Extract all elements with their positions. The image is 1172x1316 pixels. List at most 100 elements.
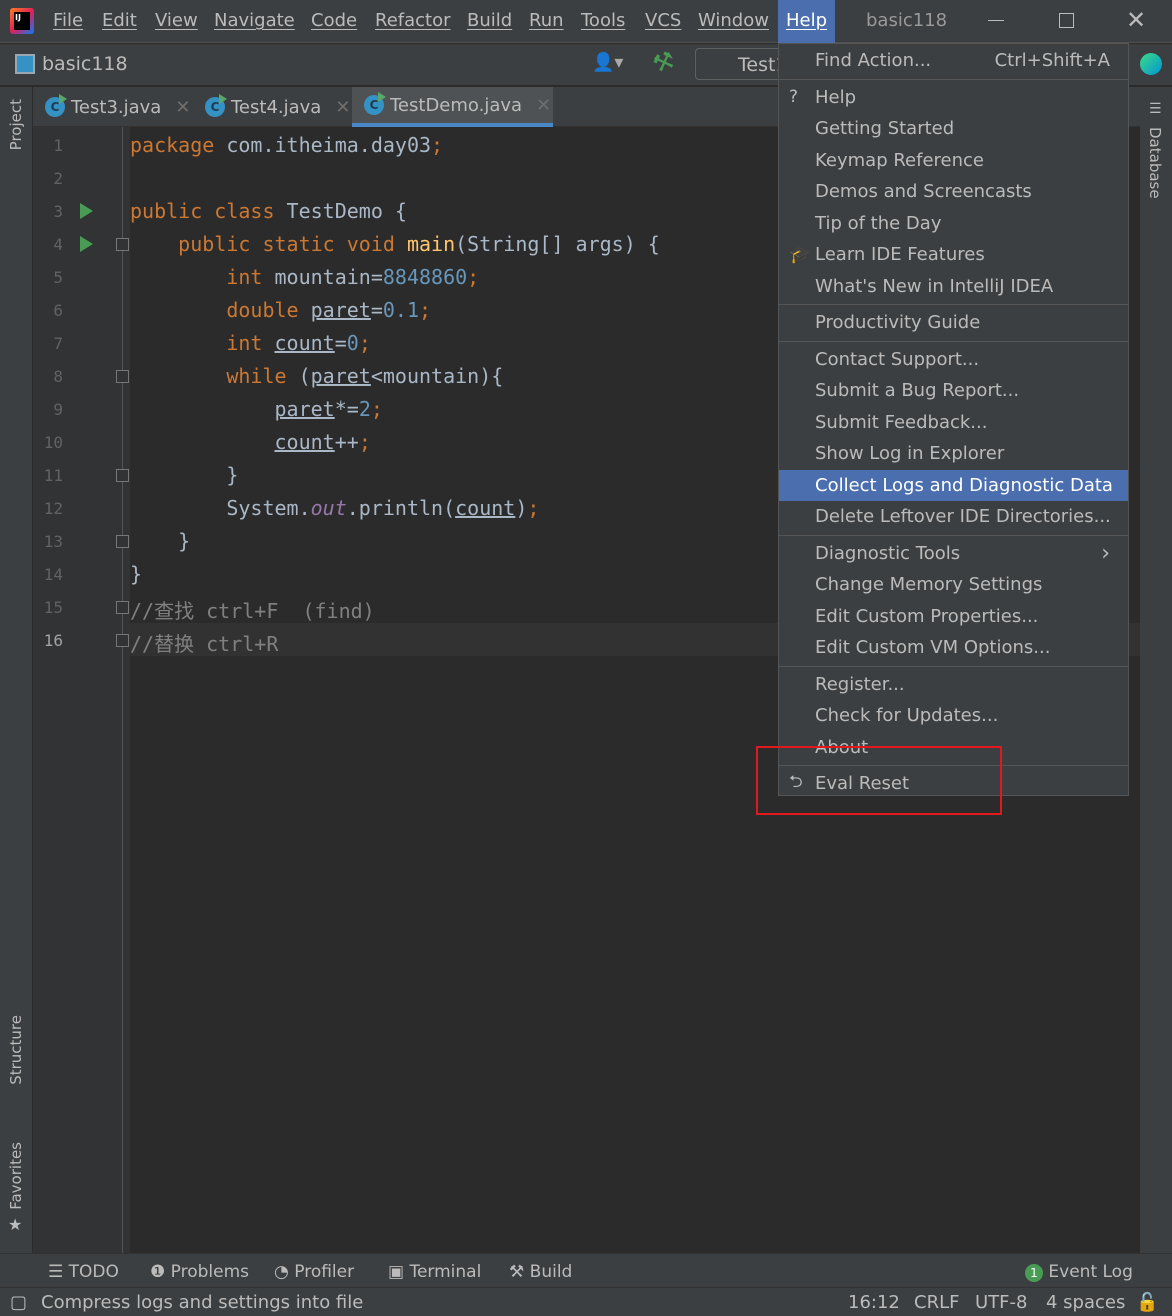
menu-separator <box>779 665 1128 667</box>
event-log-button[interactable]: 1 Event Log <box>1025 1262 1133 1282</box>
menu-item-keymap-reference[interactable]: Keymap Reference <box>779 145 1128 176</box>
project-breadcrumb[interactable]: basic118 <box>42 53 128 75</box>
event-log-label: Event Log <box>1048 1262 1133 1282</box>
code-line: public static void main(String[] args) { <box>130 232 660 256</box>
line-number: 8 <box>53 367 63 386</box>
menu-code[interactable]: Code <box>311 10 357 31</box>
fold-icon[interactable] <box>116 238 129 251</box>
tab-label: Test3.java <box>71 96 162 118</box>
code-token: 0 <box>346 331 359 355</box>
indent-setting[interactable]: 4 spaces <box>1046 1292 1125 1313</box>
close-window-button[interactable]: ✕ <box>1126 6 1146 34</box>
code-token: TestDemo { <box>286 199 407 223</box>
event-count-badge: 1 <box>1025 1264 1043 1282</box>
caret-position[interactable]: 16:12 <box>848 1292 900 1313</box>
fold-icon[interactable] <box>116 370 129 383</box>
file-encoding[interactable]: UTF-8 <box>975 1292 1027 1313</box>
code-token: double <box>226 298 311 322</box>
close-tab-icon[interactable]: ✕ <box>175 97 190 118</box>
fold-icon[interactable] <box>116 535 129 548</box>
line-separator[interactable]: CRLF <box>914 1292 959 1313</box>
fold-icon[interactable] <box>116 469 129 482</box>
fold-icon[interactable] <box>116 601 129 614</box>
line-number: 10 <box>43 433 63 452</box>
tab-test4[interactable]: C Test4.java ✕ <box>193 87 351 127</box>
menu-edit[interactable]: Edit <box>102 10 137 31</box>
menu-item-label: Collect Logs and Diagnostic Data <box>815 474 1113 496</box>
build-hammer-icon[interactable]: ⚒ <box>649 45 679 79</box>
menu-item-contact-support[interactable]: Contact Support... <box>779 344 1128 375</box>
menu-tools[interactable]: Tools <box>581 10 625 31</box>
profiler-label: Profiler <box>294 1262 355 1282</box>
menu-item-label: Submit Feedback... <box>815 411 988 433</box>
menu-item-show-log-in-explorer[interactable]: Show Log in Explorer <box>779 438 1128 469</box>
close-tab-icon[interactable]: ✕ <box>536 95 551 116</box>
menu-help[interactable]: Help <box>778 0 836 43</box>
maximize-button[interactable] <box>1059 13 1074 28</box>
menu-item-submit-feedback[interactable]: Submit Feedback... <box>779 407 1128 438</box>
menu-item-help[interactable]: ? Help <box>779 82 1128 113</box>
menu-view[interactable]: View <box>155 10 198 31</box>
menu-item-find-action[interactable]: Find Action... Ctrl+Shift+A <box>779 45 1128 76</box>
menu-run[interactable]: Run <box>529 10 564 31</box>
favorites-tool-button[interactable]: Favorites <box>7 1142 25 1210</box>
tool-windows-toggle-icon[interactable]: ▢ <box>10 1292 27 1313</box>
menu-item-collect-logs-and-diagnostic-data[interactable]: Collect Logs and Diagnostic Data <box>779 469 1128 501</box>
menu-item-demos-and-screencasts[interactable]: Demos and Screencasts <box>779 176 1128 207</box>
profiler-icon: ◔ <box>274 1262 295 1282</box>
menu-item-getting-started[interactable]: Getting Started <box>779 113 1128 144</box>
todo-button[interactable]: ☰ TODO <box>48 1262 119 1282</box>
build-button[interactable]: ⚒ Build <box>509 1262 572 1282</box>
user-icon[interactable]: 👤▾ <box>592 52 623 73</box>
run-config-dropdown[interactable]: Test1 <box>695 48 788 80</box>
minimize-button[interactable] <box>988 20 1004 21</box>
menu-item-productivity-guide[interactable]: Productivity Guide <box>779 307 1128 338</box>
code-token: *= <box>334 397 359 421</box>
run-main-icon[interactable] <box>80 236 93 252</box>
menu-item-delete-leftover-ide-directories[interactable]: Delete Leftover IDE Directories... <box>779 501 1128 532</box>
list-icon: ☰ <box>48 1262 69 1282</box>
menu-item-tip-of-the-day[interactable]: Tip of the Day <box>779 208 1128 239</box>
tab-label: Test4.java <box>231 96 322 118</box>
run-class-icon[interactable] <box>80 203 93 219</box>
menu-item-submit-a-bug-report[interactable]: Submit a Bug Report... <box>779 375 1128 406</box>
code-token: 8848860 <box>382 265 468 289</box>
problems-button[interactable]: ❶ Problems <box>150 1262 249 1282</box>
terminal-button[interactable]: ▣ Terminal <box>388 1262 481 1282</box>
menu-bar: IJ File Edit View Navigate Code Refactor Build… <box>0 0 1172 43</box>
menu-item-learn-ide-features[interactable]: 🎓 Learn IDE Features <box>779 239 1128 270</box>
menu-item-register[interactable]: Register... <box>779 669 1128 700</box>
fold-icon[interactable] <box>116 634 129 647</box>
menu-refactor[interactable]: Refactor <box>375 10 451 31</box>
code-token: ; <box>358 430 371 454</box>
menu-item-label: Productivity Guide <box>815 312 981 333</box>
database-tool-button[interactable]: Database <box>1146 127 1164 199</box>
menu-vcs[interactable]: VCS <box>645 10 681 31</box>
structure-tool-button[interactable]: Structure <box>7 1015 25 1085</box>
tab-test3[interactable]: C Test3.java ✕ <box>33 87 193 127</box>
menu-window[interactable]: Window <box>698 10 769 31</box>
close-tab-icon[interactable]: ✕ <box>335 97 350 118</box>
menu-item-label: Demos and Screencasts <box>815 181 1032 202</box>
problems-label: Problems <box>170 1262 250 1282</box>
menu-navigate[interactable]: Navigate <box>214 10 295 31</box>
code-token: (String[] args) { <box>455 232 660 256</box>
tab-testdemo[interactable]: C TestDemo.java ✕ <box>352 87 553 127</box>
code-line: package com.itheima.day03; <box>130 133 443 157</box>
menu-item-diagnostic-tools[interactable]: Diagnostic Tools › <box>779 538 1128 569</box>
project-tool-button[interactable]: Project <box>7 99 25 150</box>
menu-item-change-memory-settings[interactable]: Change Memory Settings <box>779 569 1128 600</box>
menu-item-check-for-updates[interactable]: Check for Updates... <box>779 700 1128 731</box>
line-number: 5 <box>53 268 63 287</box>
help-menu: Find Action... Ctrl+Shift+A ? Help Getting S… <box>778 43 1129 796</box>
menu-item-what-s-new-in-intellij-idea[interactable]: What's New in IntelliJ IDEA <box>779 271 1128 302</box>
lock-icon[interactable]: 🔓 <box>1136 1292 1158 1313</box>
menu-file[interactable]: File <box>53 10 83 31</box>
profiler-button[interactable]: ◔ Profiler <box>274 1262 354 1282</box>
menu-item-edit-custom-properties[interactable]: Edit Custom Properties... <box>779 601 1128 632</box>
menu-item-label: Contact Support... <box>815 348 980 370</box>
menu-build[interactable]: Build <box>467 10 512 31</box>
menu-item-edit-custom-vm-options[interactable]: Edit Custom VM Options... <box>779 632 1128 663</box>
toolbox-icon[interactable] <box>1140 53 1162 75</box>
